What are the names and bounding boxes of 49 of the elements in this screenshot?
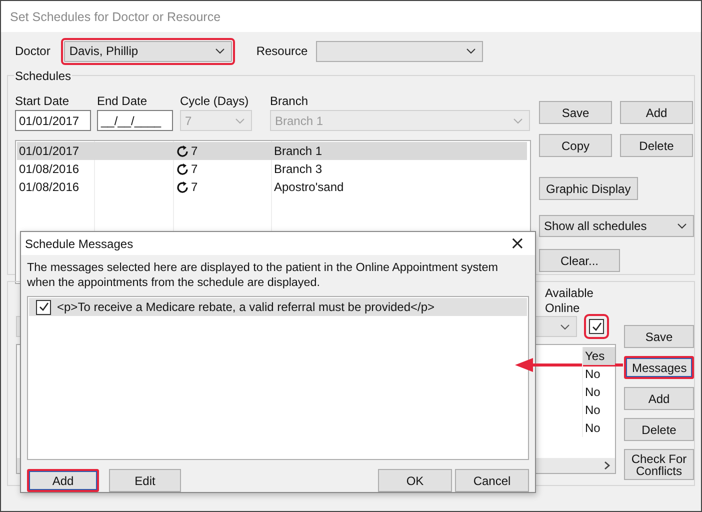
clear-button[interactable]: Clear... [539, 249, 620, 272]
date-field[interactable]: 01/01/2017 [15, 110, 91, 131]
action-button[interactable]: Delete [620, 134, 693, 157]
doctor-label: Doctor [15, 44, 50, 58]
dialog-button[interactable]: Add [27, 469, 99, 492]
action-button[interactable]: Save [539, 101, 612, 124]
available-online-label: Available Online [545, 286, 594, 316]
cycle-cell: 7 [191, 162, 198, 176]
date-cell-text: 01/08/2016 [18, 180, 80, 194]
field-label: End Date [97, 94, 148, 108]
action-button[interactable]: Save [624, 325, 694, 348]
schedule-row[interactable]: 01/08/2016 7 Branch 3 [17, 160, 527, 178]
dialog-button[interactable]: OK [378, 469, 452, 492]
branch-cell: Apostro'sand [274, 180, 344, 194]
branch-cell: Branch 3 [274, 162, 322, 176]
dialog-description: The messages selected here are displayed to the patient in the Online Appointment system when the appointments from the schedule are displayed. [27, 260, 500, 290]
group-title: Schedules [14, 69, 72, 83]
field-label: Branch [270, 94, 310, 108]
cycle-cell: 7 [191, 180, 198, 194]
resource-label: Resource [256, 44, 308, 58]
dialog-button[interactable]: Cancel [455, 469, 529, 492]
message-row[interactable]: <p>To receive a Medicare rebate, a valid referral must be provided</p> [29, 298, 527, 316]
dialog-title: Schedule Messages [25, 236, 134, 251]
field-label: Start Date [15, 94, 70, 108]
close-button[interactable]: × [506, 233, 529, 254]
table-cell: No [582, 365, 615, 383]
field-label: Cycle (Days) [180, 94, 250, 108]
dialog-button[interactable]: Edit [109, 469, 181, 492]
action-button[interactable]: Check For Conflicts [624, 449, 694, 480]
message-text: <p>To receive a Medicare rebate, a valid referral must be provided</p> [57, 300, 435, 314]
action-button[interactable]: Delete [624, 418, 694, 441]
schedule-row[interactable]: 01/01/2017 7 Branch 1 [17, 142, 527, 160]
table-cell: No [582, 401, 615, 419]
schedule-row[interactable]: 01/08/2016 7 Apostro'sand [17, 178, 527, 196]
cycle-cell: 7 [191, 144, 198, 158]
action-button[interactable]: Add [624, 387, 694, 410]
table-cell: Yes [582, 347, 615, 365]
date-cell-text: 01/01/2017 [18, 144, 80, 158]
action-button[interactable]: Add [620, 101, 693, 124]
date-cell-text: 01/08/2016 [18, 162, 80, 176]
branch-cell: Branch 1 [274, 144, 322, 158]
filter-dropdown[interactable]: Show all schedules [539, 215, 694, 237]
window-title: Set Schedules for Doctor or Resource [10, 10, 221, 24]
action-button[interactable]: Messages [624, 356, 694, 379]
table-cell: No [582, 419, 615, 437]
graphic-display-button[interactable]: Graphic Display [539, 177, 638, 200]
action-button[interactable]: Copy [539, 134, 612, 157]
table-cell: No [582, 383, 615, 401]
date-field[interactable]: __/__/____ [97, 110, 173, 131]
